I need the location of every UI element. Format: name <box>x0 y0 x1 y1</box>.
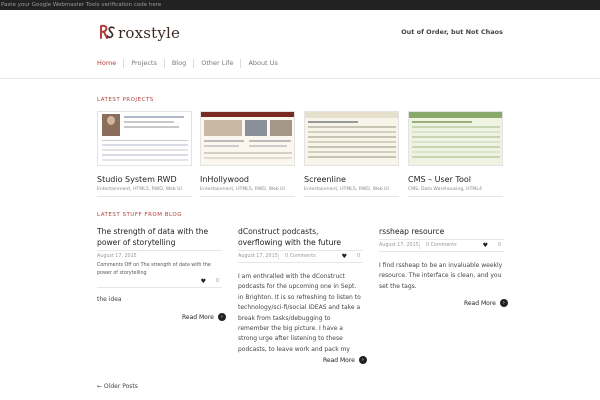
older-posts-link[interactable]: ← Older Posts <box>97 383 138 390</box>
arrow-right-icon: › <box>499 299 508 307</box>
project-card[interactable]: Studio System RWD Entertainment, HTML5, … <box>97 111 192 197</box>
post-title[interactable]: rssheap resource <box>379 227 504 238</box>
like-count: 0 <box>497 243 501 248</box>
post-meta-row: August 17, 2015 0 Comments ♥ 0 <box>379 242 504 252</box>
project-card[interactable]: CMS – User Tool CMS, Data Warehousing, H… <box>408 111 503 197</box>
logo-mark-icon <box>100 24 115 39</box>
project-categories: CMS, Data Warehousing, HTML4 <box>408 187 482 192</box>
nav-item-other-life[interactable]: Other Life <box>193 58 240 68</box>
project-categories: Entertainment, HTML5, RWD, Web UI <box>304 187 389 192</box>
like-count: 0 <box>215 279 219 284</box>
project-thumbnail[interactable] <box>97 111 192 166</box>
read-more-button[interactable]: Read More › <box>182 313 226 321</box>
project-thumbnail[interactable] <box>200 111 295 166</box>
verification-bar: Paste your Google Webmaster Tools verifi… <box>0 0 600 10</box>
post-excerpt: I find rssheap to be an invaluable weekl… <box>379 262 503 290</box>
read-more-button[interactable]: Read More › <box>464 299 508 307</box>
project-categories: Entertainment, HTML5, RWD, Web UI <box>97 187 182 192</box>
post-meta-row: ♥ 0 <box>97 278 222 288</box>
post-title-divider <box>379 238 504 240</box>
post-date: August 17, 2015 <box>379 243 419 248</box>
project-divider <box>304 196 399 197</box>
project-title[interactable]: Screenline <box>304 175 346 184</box>
post-excerpt: the idea <box>97 296 122 303</box>
post-meta-row: August 17, 2015 0 Comments ♥ 0 <box>238 253 363 263</box>
logo-text: roxstyle <box>118 24 181 42</box>
nav-item-home[interactable]: Home <box>97 59 123 68</box>
project-title[interactable]: Studio System RWD <box>97 175 177 184</box>
project-card[interactable]: Screenline Entertainment, HTML5, RWD, We… <box>304 111 399 197</box>
blog-post: rssheap resource August 17, 2015 0 Comme… <box>379 227 504 292</box>
like-count: 0 <box>356 254 360 259</box>
verification-text: Paste your Google Webmaster Tools verifi… <box>1 2 162 8</box>
post-title[interactable]: The strength of data with the power of s… <box>97 227 222 249</box>
post-date: August 17, 2015 <box>97 254 137 259</box>
project-thumbnail[interactable] <box>408 111 503 166</box>
project-title[interactable]: InHollywood <box>200 175 249 184</box>
nav-item-blog[interactable]: Blog <box>163 58 193 68</box>
blog-post: dConstruct podcasts, overflowing with th… <box>238 227 363 355</box>
read-more-label: Read More <box>182 313 214 321</box>
projects-heading: LATEST PROJECTS <box>97 97 154 103</box>
read-more-label: Read More <box>464 299 496 307</box>
post-title[interactable]: dConstruct podcasts, overflowing with th… <box>238 227 363 249</box>
project-divider <box>97 196 192 197</box>
read-more-label: Read More <box>323 356 355 364</box>
heart-icon[interactable]: ♥ <box>483 242 488 249</box>
project-divider <box>200 196 295 197</box>
post-date: August 17, 2015 <box>238 254 278 259</box>
read-more-button[interactable]: Read More › <box>323 356 367 364</box>
post-comments-link[interactable]: 0 Comments <box>285 254 316 259</box>
post-comments-link[interactable]: 0 Comments <box>426 243 457 248</box>
heart-icon[interactable]: ♥ <box>342 253 347 260</box>
project-card[interactable]: InHollywood Entertainment, HTML5, RWD, W… <box>200 111 295 197</box>
project-divider <box>408 196 503 197</box>
post-title-divider <box>238 249 363 251</box>
post-comments-status: Comments Off on The strength of data wit… <box>97 263 211 276</box>
blog-heading: LATEST STUFF FROM BLOG <box>97 212 182 218</box>
post-excerpt: I am enthralled with the dConstruct podc… <box>238 273 361 353</box>
arrow-right-icon: › <box>217 313 226 321</box>
project-title[interactable]: CMS – User Tool <box>408 175 471 184</box>
post-title-divider <box>97 249 222 251</box>
blog-post: The strength of data with the power of s… <box>97 227 222 305</box>
meta-separator <box>278 253 279 260</box>
arrow-right-icon: › <box>358 356 367 364</box>
meta-separator <box>419 242 420 249</box>
main-nav: Home Projects Blog Other Life About Us <box>97 57 285 69</box>
project-categories: Entertainment, HTML5, RWD, Web UI <box>200 187 285 192</box>
heart-icon[interactable]: ♥ <box>201 278 206 285</box>
nav-item-projects[interactable]: Projects <box>123 58 164 68</box>
site-tagline: Out of Order, but Not Chaos <box>401 28 503 36</box>
header-divider <box>0 78 600 79</box>
project-thumbnail[interactable] <box>304 111 399 166</box>
nav-item-about-us[interactable]: About Us <box>240 58 284 68</box>
